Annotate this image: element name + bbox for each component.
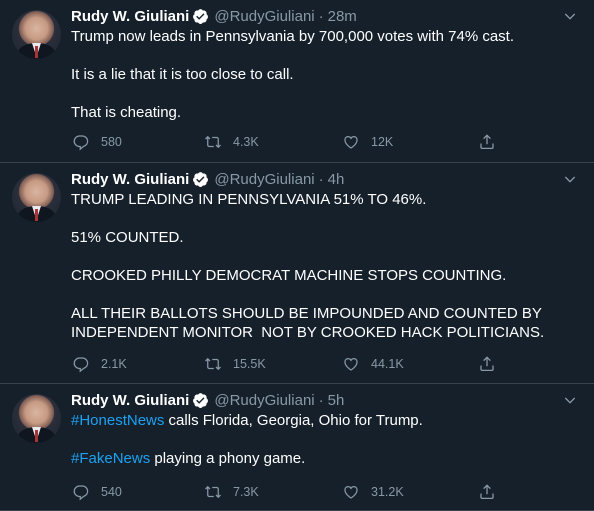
share-icon xyxy=(480,356,494,372)
retweet-button[interactable]: 4.3K xyxy=(204,132,259,152)
tweet-text-segment: Trump now leads in Pennsylvania by 700,0… xyxy=(71,28,515,45)
tweet-paragraph: ALL THEIR BALLOTS SHOULD BE IMPOUNDED AN… xyxy=(71,304,574,342)
reply-icon xyxy=(73,135,89,151)
separator-dot: · xyxy=(318,170,324,188)
tweet-paragraph: #HonestNews calls Florida, Georgia, Ohio… xyxy=(71,411,574,430)
like-count: 31.2K xyxy=(371,485,404,499)
share-button[interactable] xyxy=(478,132,496,152)
tweet-text-segment: calls Florida, Georgia, Ohio for Trump. xyxy=(164,412,423,429)
reply-count: 540 xyxy=(101,485,122,499)
share-icon xyxy=(480,134,494,150)
retweet-icon xyxy=(205,135,221,149)
like-button[interactable]: 12K xyxy=(342,132,393,152)
tweet-timestamp[interactable]: 5h xyxy=(328,392,345,409)
like-button[interactable]: 31.2K xyxy=(342,482,404,502)
author-name[interactable]: Rudy W. Giuliani xyxy=(71,171,189,188)
retweet-button[interactable]: 7.3K xyxy=(204,482,259,502)
reply-icon xyxy=(73,485,89,501)
hashtag-link[interactable]: #FakeNews xyxy=(71,450,150,467)
verified-badge-icon xyxy=(193,392,209,408)
avatar[interactable] xyxy=(12,394,61,443)
reply-count: 2.1K xyxy=(101,357,127,371)
reply-button[interactable]: 540 xyxy=(72,482,122,502)
tweet-text-segment: playing a phony game. xyxy=(150,450,306,467)
tweet-paragraph: It is a lie that it is too close to call… xyxy=(71,65,574,84)
reply-count: 580 xyxy=(101,135,122,149)
tweet-timestamp[interactable]: 28m xyxy=(328,8,357,25)
share-button[interactable] xyxy=(478,482,496,502)
chevron-down-icon[interactable] xyxy=(562,392,578,408)
tweet-text-segment: It is a lie that it is too close to call… xyxy=(71,66,294,83)
tweet-timestamp[interactable]: 4h xyxy=(328,171,345,188)
retweet-count: 7.3K xyxy=(233,485,259,499)
reply-button[interactable]: 580 xyxy=(72,132,122,152)
like-count: 12K xyxy=(371,135,394,149)
tweet-paragraph: CROOKED PHILLY DEMOCRAT MACHINE STOPS CO… xyxy=(71,266,574,285)
author-handle[interactable]: @RudyGiuliani xyxy=(214,171,314,188)
author-name[interactable]: Rudy W. Giuliani xyxy=(71,392,189,409)
tweet-paragraph: That is cheating. xyxy=(71,103,574,122)
tweet[interactable]: Rudy W. Giuliani @RudyGiuliani · 5h #Hon… xyxy=(0,384,594,511)
tweet-header: Rudy W. Giuliani @RudyGiuliani · 28m xyxy=(71,6,357,26)
tweet-text-segment: TRUMP LEADING IN PENNSYLVANIA 51% TO 46%… xyxy=(71,191,427,208)
like-button[interactable]: 44.1K xyxy=(342,354,404,374)
separator-dot: · xyxy=(318,7,324,25)
retweet-count: 4.3K xyxy=(233,135,259,149)
chevron-down-icon[interactable] xyxy=(562,8,578,24)
hashtag-link[interactable]: #HonestNews xyxy=(71,412,164,429)
reply-button[interactable]: 2.1K xyxy=(72,354,127,374)
avatar[interactable] xyxy=(12,10,61,59)
share-button[interactable] xyxy=(478,354,496,374)
author-handle[interactable]: @RudyGiuliani xyxy=(214,8,314,25)
retweet-count: 15.5K xyxy=(233,357,266,371)
tweet-text: TRUMP LEADING IN PENNSYLVANIA 51% TO 46%… xyxy=(71,190,574,342)
verified-badge-icon xyxy=(193,171,209,187)
author-handle[interactable]: @RudyGiuliani xyxy=(214,392,314,409)
author-name[interactable]: Rudy W. Giuliani xyxy=(71,8,189,25)
tweet-text-segment: ALL THEIR BALLOTS SHOULD BE IMPOUNDED AN… xyxy=(71,305,545,341)
tweet-text: #HonestNews calls Florida, Georgia, Ohio… xyxy=(71,411,574,468)
tweet-text-segment: 51% COUNTED. xyxy=(71,229,184,246)
retweet-icon xyxy=(205,485,221,499)
tweet-header: Rudy W. Giuliani @RudyGiuliani · 5h xyxy=(71,390,344,410)
tweet[interactable]: Rudy W. Giuliani @RudyGiuliani · 28m Tru… xyxy=(0,0,594,163)
tweet-text-segment: That is cheating. xyxy=(71,104,182,121)
like-count: 44.1K xyxy=(371,357,404,371)
retweet-button[interactable]: 15.5K xyxy=(204,354,266,374)
tweet-paragraph: 51% COUNTED. xyxy=(71,228,574,247)
tweet-paragraph: TRUMP LEADING IN PENNSYLVANIA 51% TO 46%… xyxy=(71,190,574,209)
like-icon xyxy=(344,136,358,149)
tweet-header: Rudy W. Giuliani @RudyGiuliani · 4h xyxy=(71,169,344,189)
tweet-paragraph: Trump now leads in Pennsylvania by 700,0… xyxy=(71,27,574,46)
like-icon xyxy=(344,358,358,371)
separator-dot: · xyxy=(318,391,324,409)
like-icon xyxy=(344,486,358,499)
avatar[interactable] xyxy=(12,173,61,222)
tweet-text-segment: CROOKED PHILLY DEMOCRAT MACHINE STOPS CO… xyxy=(71,267,507,284)
tweet-text: Trump now leads in Pennsylvania by 700,0… xyxy=(71,27,574,122)
tweet-paragraph: #FakeNews playing a phony game. xyxy=(71,449,574,468)
share-icon xyxy=(480,484,494,500)
verified-badge-icon xyxy=(193,8,209,24)
reply-icon xyxy=(73,357,89,373)
tweet[interactable]: Rudy W. Giuliani @RudyGiuliani · 4h TRUM… xyxy=(0,163,594,384)
chevron-down-icon[interactable] xyxy=(562,171,578,187)
retweet-icon xyxy=(205,357,221,371)
